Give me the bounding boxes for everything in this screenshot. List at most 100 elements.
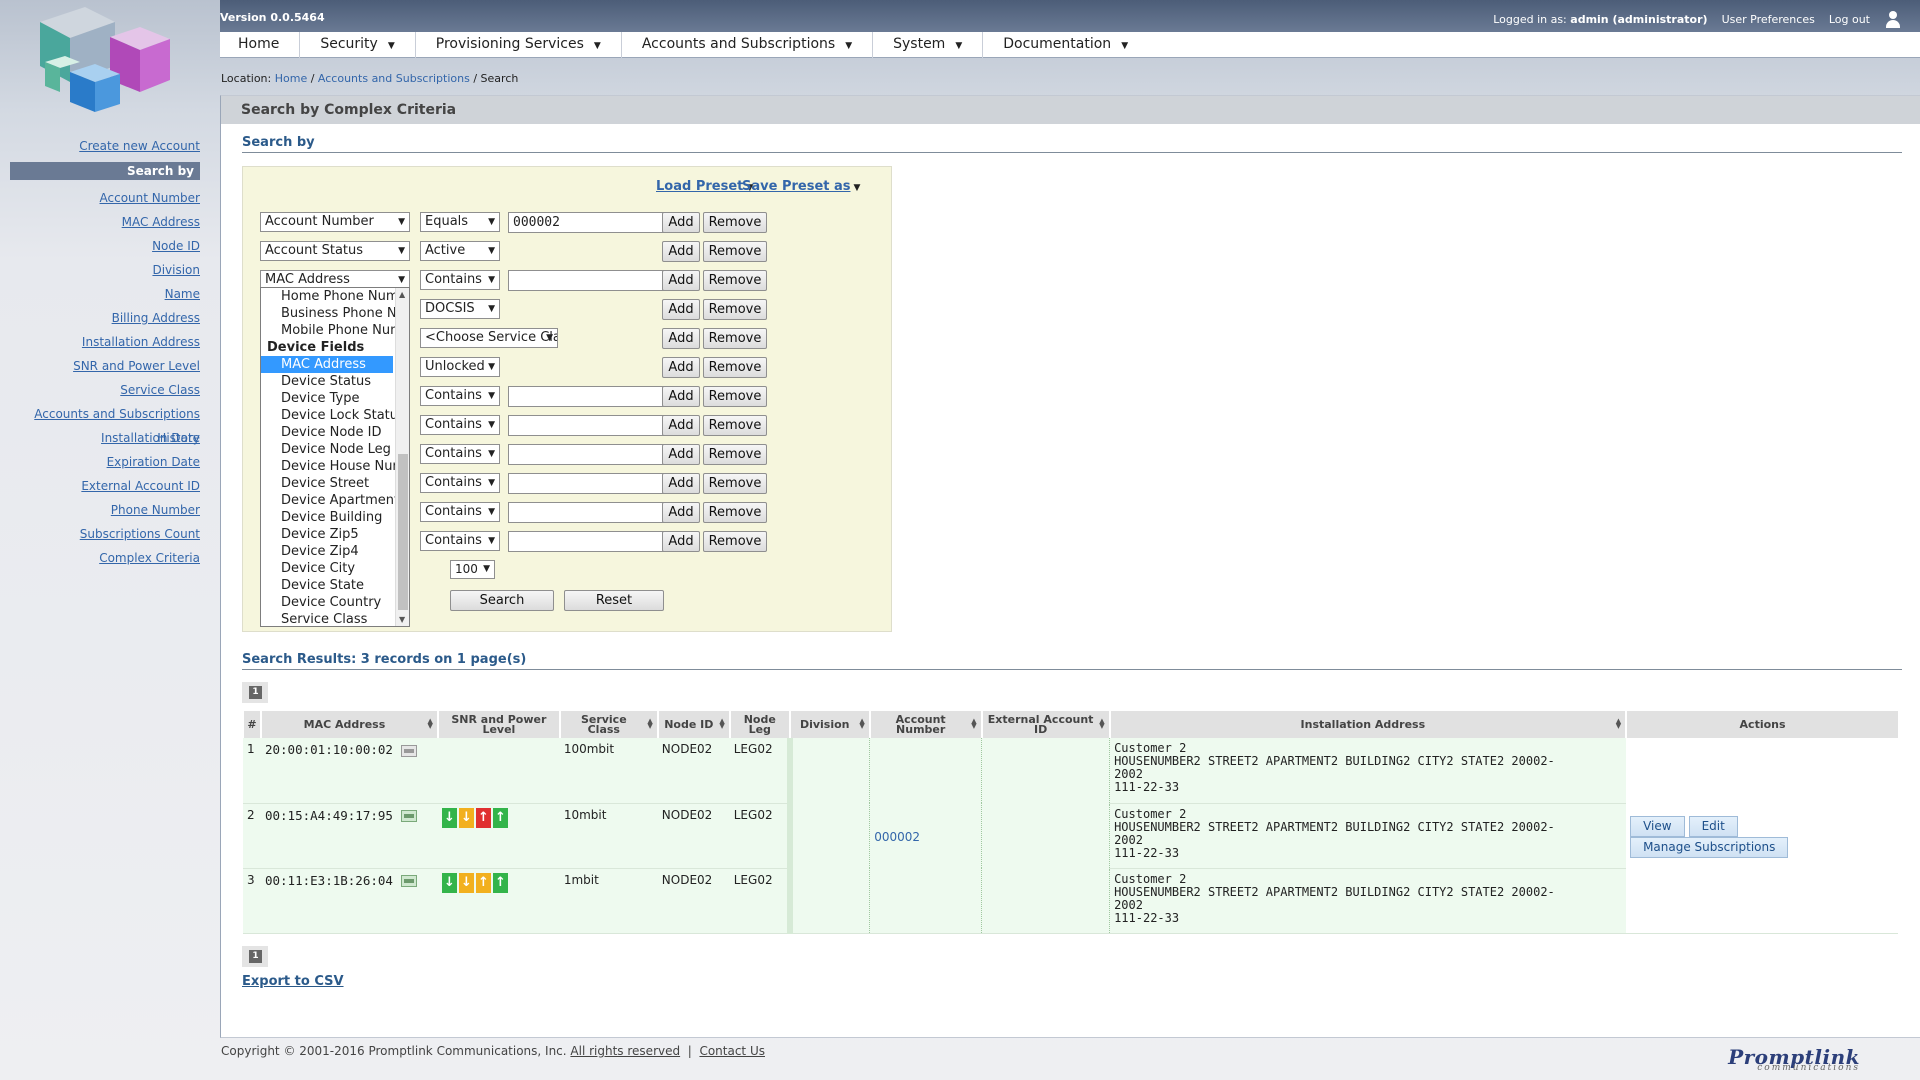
column-header-installation-address[interactable]: Installation Address ▲ ▼ — [1108, 711, 1627, 738]
add-button-9[interactable]: Add — [662, 444, 700, 465]
user-preferences-link[interactable]: User Preferences — [1722, 13, 1815, 26]
sort-icon[interactable]: ▲ ▼ — [971, 718, 976, 730]
dropdown-option-selected[interactable]: MAC Address — [261, 356, 393, 373]
sidebar-item-complex-criteria[interactable]: Complex Criteria — [0, 546, 210, 570]
remove-button-12[interactable]: Remove — [703, 531, 767, 552]
field-dropdown-list[interactable]: Home Phone Number Business Phone Number … — [260, 287, 410, 627]
dropdown-option[interactable]: Device Node Leg — [261, 441, 409, 458]
criteria-field-select-1[interactable]: Account Number ▼ — [260, 212, 410, 232]
criteria-value-input-1[interactable]: 000002 — [508, 212, 672, 233]
add-button-3[interactable]: Add — [662, 270, 700, 291]
column-header-division[interactable]: Division ▲ ▼ — [788, 711, 870, 738]
load-preset-link[interactable]: Load Preset ▼ — [656, 179, 753, 194]
operator-select-11[interactable]: Contains ▼ — [420, 502, 500, 522]
sidebar-item-division[interactable]: Division — [0, 258, 210, 282]
dropdown-option[interactable]: Device Type — [261, 390, 409, 407]
criteria-value-input-8[interactable] — [508, 415, 672, 436]
criteria-value-input-7[interactable] — [508, 386, 672, 407]
operator-select-12[interactable]: Contains ▼ — [420, 531, 500, 551]
snr-upstream-power-icon[interactable]: ↑ — [492, 807, 508, 828]
dropdown-option[interactable]: Device House Number — [261, 458, 409, 475]
operator-select-8[interactable]: Contains ▼ — [420, 415, 500, 435]
snr-downstream-power-icon[interactable]: ↓ — [458, 807, 474, 828]
cable-modem-online-icon[interactable] — [400, 810, 417, 822]
sidebar-item-history[interactable]: Accounts and Subscriptions History — [0, 402, 210, 445]
remove-button-3[interactable]: Remove — [703, 270, 767, 291]
sidebar-item-service-class[interactable]: Service Class — [0, 378, 210, 402]
nav-documentation[interactable]: Documentation ▼ — [983, 32, 1148, 58]
sidebar-item-account-number[interactable]: Account Number — [0, 186, 210, 210]
column-header-external-account-id[interactable]: External Account ID ▲ ▼ — [980, 711, 1110, 738]
sidebar-item-subscriptions-count[interactable]: Subscriptions Count — [0, 522, 210, 546]
column-header-service-class[interactable]: Service Class ▲ ▼ — [558, 711, 658, 738]
remove-button-9[interactable]: Remove — [703, 444, 767, 465]
device-type-select[interactable]: DOCSIS ▼ — [420, 299, 500, 319]
dropdown-option[interactable]: Device Street — [261, 475, 409, 492]
search-button[interactable]: Search — [450, 590, 554, 611]
manage-subscriptions-button[interactable]: Manage Subscriptions — [1630, 837, 1789, 859]
add-button-11[interactable]: Add — [662, 502, 700, 523]
export-csv-link[interactable]: Export to CSV — [242, 974, 344, 989]
nav-security[interactable]: Security ▼ — [300, 32, 416, 58]
breadcrumb-home[interactable]: Home — [275, 72, 307, 85]
page-number-button[interactable]: 1 — [249, 950, 262, 963]
criteria-value-input-11[interactable] — [508, 502, 672, 523]
remove-button-5[interactable]: Remove — [703, 328, 767, 349]
snr-upstream-snr-icon[interactable]: ↑ — [475, 807, 491, 828]
operator-select-10[interactable]: Contains ▼ — [420, 473, 500, 493]
dropdown-option[interactable]: Device Apartment — [261, 492, 409, 509]
sidebar-item-expiration-date[interactable]: Expiration Date — [0, 450, 210, 474]
operator-select-1[interactable]: Equals ▼ — [420, 212, 500, 232]
sidebar-item-snr-power[interactable]: SNR and Power Level — [0, 354, 210, 378]
column-header-mac[interactable]: MAC Address ▲ ▼ — [259, 711, 438, 738]
dropdown-option[interactable]: Service Class — [261, 611, 409, 626]
operator-select-9[interactable]: Contains ▼ — [420, 444, 500, 464]
scroll-up-icon[interactable]: ▲ — [399, 290, 405, 299]
criteria-value-input-12[interactable] — [508, 531, 672, 552]
snr-upstream-snr-icon[interactable]: ↑ — [475, 872, 491, 893]
sidebar-item-external-account-id[interactable]: External Account ID — [0, 474, 210, 498]
sort-icon[interactable]: ▲ ▼ — [647, 718, 652, 730]
sidebar-item-phone-number[interactable]: Phone Number — [0, 498, 210, 522]
dropdown-option[interactable]: Device City — [261, 560, 409, 577]
column-header-node-id[interactable]: Node ID ▲ ▼ — [656, 711, 730, 738]
sidebar-item-node-id[interactable]: Node ID — [0, 234, 210, 258]
status-select[interactable]: Active ▼ — [420, 241, 500, 261]
sidebar-item-installation-address[interactable]: Installation Address — [0, 330, 210, 354]
sort-icon[interactable]: ▲ ▼ — [1099, 718, 1104, 730]
dropdown-option[interactable]: Device Zip4 — [261, 543, 409, 560]
add-button-12[interactable]: Add — [662, 531, 700, 552]
dropdown-scroll-thumb[interactable] — [398, 454, 408, 610]
sidebar-item-mac-address[interactable]: MAC Address — [0, 210, 210, 234]
snr-upstream-power-icon[interactable]: ↑ — [492, 872, 508, 893]
contact-us-link[interactable]: Contact Us — [699, 1044, 765, 1058]
sort-icon[interactable]: ▲ ▼ — [859, 718, 864, 730]
add-button-6[interactable]: Add — [662, 357, 700, 378]
cable-modem-online-icon[interactable] — [400, 875, 417, 887]
view-button[interactable]: View — [1630, 816, 1685, 838]
edit-button[interactable]: Edit — [1688, 816, 1738, 838]
remove-button-6[interactable]: Remove — [703, 357, 767, 378]
save-preset-link[interactable]: Save Preset as ▼ — [742, 179, 860, 194]
nav-system[interactable]: System ▼ — [873, 32, 984, 58]
dropdown-option[interactable]: Device Lock Status — [261, 407, 409, 424]
dropdown-option[interactable]: Device Zip5 — [261, 526, 409, 543]
remove-button-4[interactable]: Remove — [703, 299, 767, 320]
add-button-7[interactable]: Add — [662, 386, 700, 407]
dropdown-scrollbar[interactable]: ▲ ▼ — [395, 288, 409, 626]
add-button-8[interactable]: Add — [662, 415, 700, 436]
dropdown-option[interactable]: Mobile Phone Number — [261, 322, 409, 339]
add-button-5[interactable]: Add — [662, 328, 700, 349]
breadcrumb-accounts[interactable]: Accounts and Subscriptions — [318, 72, 470, 85]
remove-button-1[interactable]: Remove — [703, 212, 767, 233]
add-button-10[interactable]: Add — [662, 473, 700, 494]
criteria-value-input-10[interactable] — [508, 473, 672, 494]
operator-select-3[interactable]: Contains ▼ — [420, 270, 500, 290]
sidebar-create-account[interactable]: Create new Account — [0, 134, 210, 158]
all-rights-link[interactable]: All rights reserved — [570, 1044, 680, 1058]
account-number-link[interactable]: 000002 — [874, 830, 920, 844]
service-class-select[interactable]: <Choose Service Class>▼ — [420, 328, 558, 348]
sidebar-item-installation-date[interactable]: Installation Date — [0, 426, 210, 450]
add-button-4[interactable]: Add — [662, 299, 700, 320]
sidebar-item-billing-address[interactable]: Billing Address — [0, 306, 210, 330]
